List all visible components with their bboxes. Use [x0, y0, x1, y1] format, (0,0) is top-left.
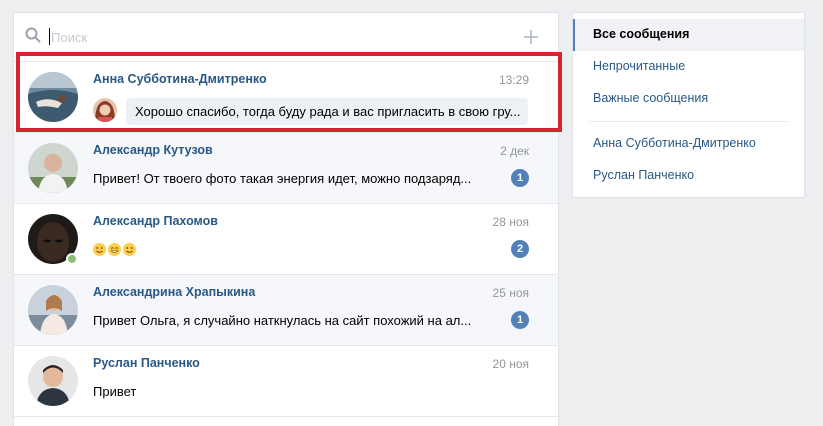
- dialog-time: 20 ноя: [492, 357, 529, 371]
- dialog-time: 2 дек: [500, 144, 529, 158]
- plus-icon[interactable]: [523, 29, 539, 45]
- dialog-name: Александр Пахомов: [93, 214, 218, 228]
- menu-item-label: Все сообщения: [593, 27, 690, 41]
- search-icon: [25, 27, 41, 43]
- menu-item-important[interactable]: Важные сообщения: [573, 83, 804, 115]
- smile-emoji-icon: [123, 243, 136, 256]
- search-input[interactable]: [51, 27, 491, 47]
- smile-emoji-icon: [93, 243, 106, 256]
- unread-badge: 2: [511, 240, 529, 258]
- dialog-row[interactable]: Александр Кутузов 2 дек Привет! От твоег…: [14, 133, 558, 204]
- messages-menu: Все сообщения Непрочитанные Важные сообщ…: [572, 12, 805, 198]
- menu-item-label: Руслан Панченко: [593, 168, 695, 182]
- menu-item-label: Непрочитанные: [593, 59, 686, 73]
- unread-badge: 1: [511, 169, 529, 187]
- grin-emoji-icon: [108, 243, 121, 256]
- text-cursor: [49, 28, 50, 45]
- avatar: [28, 285, 78, 335]
- dialog-row[interactable]: Руслан Панченко 20 ноя Привет: [14, 346, 558, 417]
- dialog-preview: Привет! От твоего фото такая энергия иде…: [93, 171, 472, 186]
- dialog-row[interactable]: Александрина Храпыкина 25 ноя Привет Оль…: [14, 275, 558, 346]
- unread-badge: 1: [511, 311, 529, 329]
- dialog-preview-emoji: [93, 242, 493, 257]
- dialog-preview: Привет Ольга, я случайно наткнулась на с…: [93, 313, 472, 328]
- dialog-name: Александрина Храпыкина: [93, 285, 256, 299]
- dialog-name: Руслан Панченко: [93, 356, 200, 370]
- menu-item-unread[interactable]: Непрочитанные: [573, 51, 804, 83]
- dialog-row[interactable]: Александр Пахомов 28 ноя 2: [14, 204, 558, 275]
- menu-item-person[interactable]: Руслан Панченко: [573, 160, 804, 192]
- menu-item-all[interactable]: Все сообщения: [573, 19, 804, 51]
- highlight-frame: [16, 52, 562, 132]
- active-indicator: [573, 19, 575, 51]
- dialog-time: 28 ноя: [492, 215, 529, 229]
- dialog-time: 25 ноя: [492, 286, 529, 300]
- online-indicator: [66, 253, 78, 265]
- avatar: [28, 143, 78, 193]
- dialog-name: Александр Кутузов: [93, 143, 213, 157]
- menu-item-person[interactable]: Анна Субботина-Дмитренко: [573, 128, 804, 160]
- menu-divider: [589, 121, 788, 122]
- dialog-preview: Привет: [93, 384, 137, 399]
- menu-item-label: Важные сообщения: [593, 91, 709, 105]
- menu-item-label: Анна Субботина-Дмитренко: [593, 136, 756, 150]
- avatar: [28, 356, 78, 406]
